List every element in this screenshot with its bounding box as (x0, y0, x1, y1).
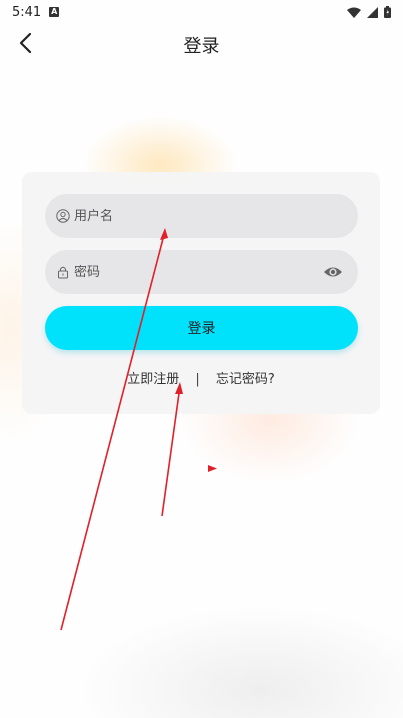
link-separator: | (195, 372, 200, 387)
title-bar: 登录 (0, 24, 403, 64)
page-title: 登录 (183, 36, 220, 57)
forgot-password-link[interactable]: 忘记密码? (216, 368, 275, 387)
status-time: 5:41 (12, 4, 42, 20)
wifi-icon (347, 7, 361, 18)
signal-icon (367, 6, 378, 18)
register-link[interactable]: 立即注册 (127, 368, 179, 387)
lock-icon (56, 265, 70, 279)
username-input[interactable] (74, 208, 358, 224)
password-field[interactable] (45, 250, 358, 294)
eye-icon[interactable] (323, 263, 343, 281)
battery-icon (384, 6, 391, 18)
username-field[interactable] (45, 194, 358, 238)
notification-icon: A (49, 7, 60, 17)
annotation-marker (208, 465, 217, 472)
login-card: 登录 立即注册 | 忘记密码? (22, 172, 380, 414)
user-icon (56, 209, 70, 223)
auth-links: 立即注册 | 忘记密码? (22, 368, 380, 387)
password-input[interactable] (74, 264, 358, 280)
login-button[interactable]: 登录 (45, 306, 358, 350)
status-bar: 5:41 A (0, 0, 403, 24)
